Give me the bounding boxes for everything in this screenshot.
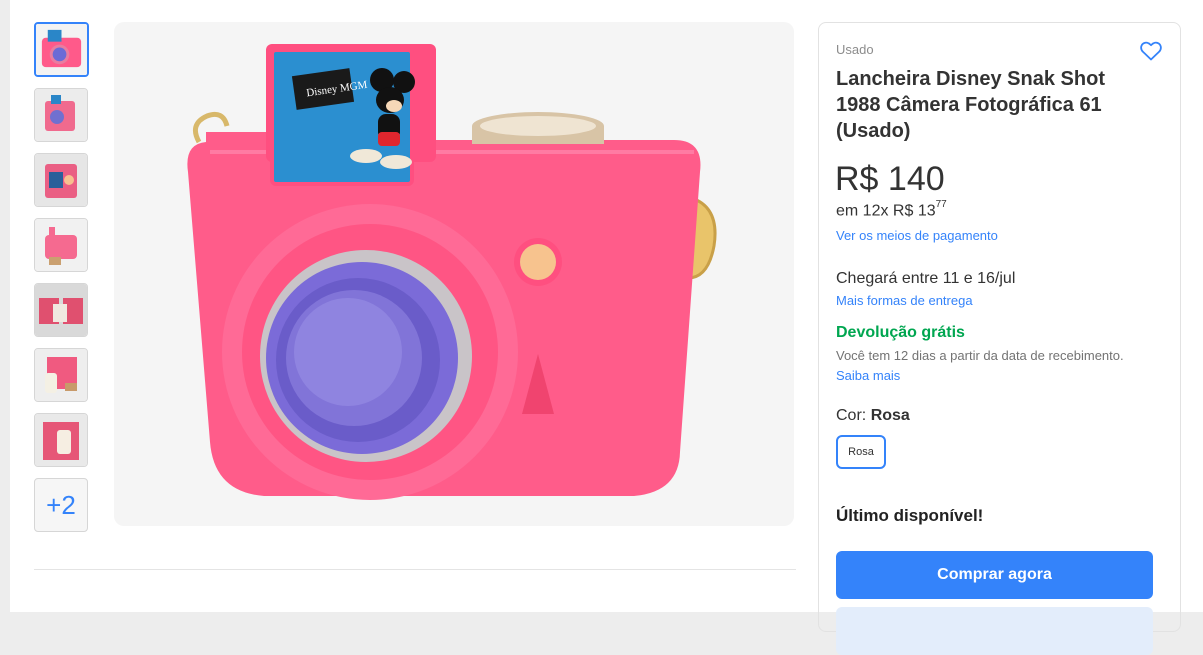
thumbnail-4[interactable] (34, 218, 88, 272)
product-title: Lancheira Disney Snak Shot 1988 Câmera F… (836, 68, 1105, 142)
product-page: +2 Disney MGM Usado Lancheira Disney Sna… (10, 0, 1203, 655)
free-returns-title: Devolução grátis (836, 324, 965, 341)
thumbnail-2[interactable] (34, 88, 88, 142)
payment-methods-link[interactable]: Ver os meios de pagamento (836, 228, 998, 243)
product-price: R$ 140 (835, 160, 945, 198)
condition-label: Usado (836, 42, 874, 57)
add-to-cart-button[interactable] (836, 607, 1153, 655)
color-label-prefix: Cor: (836, 407, 867, 424)
installments: em 12x R$ 1377 (836, 199, 947, 220)
stock-status: Último disponível! (836, 506, 984, 525)
thumbnail-6[interactable] (34, 348, 88, 402)
learn-more-link[interactable]: Saiba mais (836, 368, 900, 383)
thumbnail-5[interactable] (34, 283, 88, 337)
color-selected-value: Rosa (870, 407, 910, 424)
thumbnail-list: +2 (34, 22, 90, 543)
gallery-divider (34, 569, 796, 570)
thumbnail-3[interactable] (34, 153, 88, 207)
heart-icon[interactable] (1139, 39, 1163, 63)
main-product-image[interactable]: Disney MGM (114, 22, 794, 526)
color-label: Cor: Rosa (836, 407, 910, 425)
installments-amount: em 12x R$ 13 (836, 202, 936, 220)
thumbnail-7[interactable] (34, 413, 88, 467)
color-option-rosa[interactable]: Rosa (836, 435, 886, 469)
buy-box: Usado Lancheira Disney Snak Shot 1988 Câ… (818, 22, 1181, 655)
delivery-estimate: Chegará entre 11 e 16/jul (836, 270, 1016, 287)
free-returns-text: Você tem 12 dias a partir da data de rec… (836, 348, 1124, 363)
thumbnail-more[interactable]: +2 (34, 478, 88, 532)
product-camera-image: Disney MGM (187, 44, 717, 500)
installments-cents: 77 (935, 199, 947, 210)
thumbnail-1[interactable] (34, 22, 89, 77)
delivery-options-link[interactable]: Mais formas de entrega (836, 293, 973, 308)
buy-now-button[interactable]: Comprar agora (836, 551, 1153, 599)
